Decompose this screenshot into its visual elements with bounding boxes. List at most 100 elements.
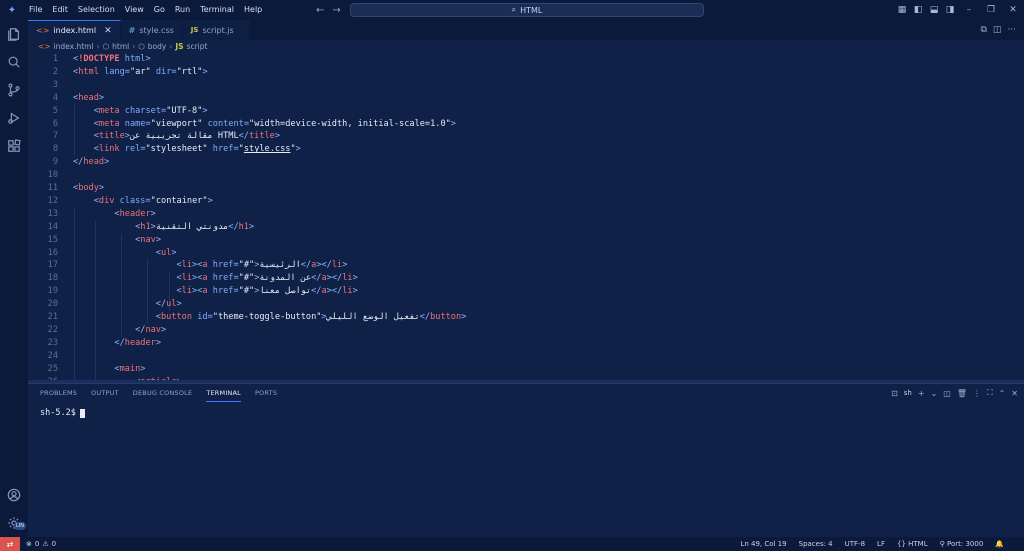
cursor-position[interactable]: Ln 49, Col 19 — [740, 540, 786, 548]
title-bar: ✦ File Edit Selection View Go Run Terminal Help… — [0, 0, 1024, 20]
code-line: 23 </header> — [28, 338, 1024, 351]
code-line: 7 <title>مقالة تجريبية عن HTML</title> — [28, 131, 1024, 144]
back-arrow-icon[interactable]: ← — [316, 5, 324, 16]
split-terminal-icon[interactable]: ◫ — [943, 389, 951, 398]
minimize-icon[interactable]: – — [958, 0, 980, 20]
code-line: 1 <!DOCTYPE html> — [28, 54, 1024, 67]
code-line: 21 <button id="theme-toggle-button">تفعي… — [28, 312, 1024, 325]
terminal-shell-label[interactable]: sh — [904, 389, 912, 397]
js-file-icon: JS — [190, 26, 199, 34]
line-number: 5 — [52, 105, 58, 116]
menu-item-help[interactable]: Help — [239, 0, 267, 20]
tab-index-html[interactable]: <> index.html ✕ — [28, 20, 121, 40]
more-actions-icon[interactable]: ··· — [1007, 25, 1016, 35]
breadcrumb-item[interactable]: body — [148, 42, 167, 51]
navigation-arrows: ← → — [316, 0, 341, 20]
command-center-search[interactable]: ⌕ HTML — [350, 3, 704, 17]
port-status[interactable]: ⚲ Port: 3000 — [940, 540, 984, 548]
menu-item-edit[interactable]: Edit — [47, 0, 73, 20]
maximize-panel-icon[interactable]: ⛶ — [987, 388, 993, 398]
code-text: <body> — [73, 183, 105, 193]
code-line: 16 <ul> — [28, 248, 1024, 261]
line-number: 25 — [47, 363, 58, 374]
source-control-icon[interactable] — [0, 76, 28, 104]
line-ending[interactable]: LF — [877, 540, 885, 548]
line-number: 11 — [47, 183, 58, 193]
code-text: <meta charset="UTF-8"> — [93, 105, 208, 116]
new-terminal-icon[interactable]: + — [918, 389, 925, 398]
split-editor-icon[interactable]: ◫ — [993, 25, 1002, 35]
customize-layout-icon[interactable]: ▦ — [894, 0, 910, 20]
indentation[interactable]: Spaces: 4 — [799, 540, 833, 548]
tab-problems[interactable]: PROBLEMS — [40, 384, 77, 402]
breadcrumb-item[interactable]: index.html — [54, 42, 94, 51]
tab-label: script.js — [202, 25, 234, 35]
line-number: 7 — [52, 131, 58, 142]
code-text: <html lang="ar" dir="rtl"> — [73, 66, 208, 77]
code-line: 14 <h1>مدونتي التقنية</h1> — [28, 222, 1024, 235]
terminal[interactable]: sh-5.2$ — [40, 408, 85, 418]
code-text: <main> — [114, 363, 146, 374]
toggle-sidebar-icon[interactable]: ◧ — [910, 0, 926, 20]
tab-ports[interactable]: PORTS — [255, 384, 277, 402]
search-icon[interactable] — [0, 48, 28, 76]
tab-debug-console[interactable]: DEBUG CONSOLE — [133, 384, 193, 402]
line-number: 8 — [52, 144, 58, 155]
close-tab-icon[interactable]: ✕ — [104, 26, 112, 36]
trash-icon[interactable]: 🗑 — [957, 389, 967, 398]
code-line: 10 — [28, 170, 1024, 183]
tab-script-js[interactable]: JS script.js — [182, 20, 251, 40]
account-icon[interactable] — [0, 481, 28, 509]
menu-item-go[interactable]: Go — [149, 0, 170, 20]
breadcrumb-item[interactable]: html — [112, 42, 129, 51]
more-actions-icon[interactable]: ⋮ — [973, 389, 981, 398]
code-text: <!DOCTYPE html> — [73, 54, 151, 64]
warning-count: 0 — [51, 540, 57, 548]
open-preview-icon[interactable]: ⧉ — [980, 25, 986, 35]
code-editor[interactable]: 1 <!DOCTYPE html> 2 <html lang="ar" dir="rt… — [28, 53, 1024, 382]
menu-item-run[interactable]: Run — [170, 0, 195, 20]
chevron-right-icon: › — [132, 42, 136, 51]
code-text: <li><a href="#">الرئيسية</a></li> — [176, 260, 348, 271]
chevron-down-icon[interactable]: ⌄ — [931, 389, 938, 398]
menu-item-view[interactable]: View — [120, 0, 149, 20]
tab-label: style.css — [139, 25, 174, 35]
remote-indicator-icon[interactable]: ⇄ — [0, 537, 20, 551]
extensions-icon[interactable] — [0, 132, 28, 160]
run-debug-icon[interactable] — [0, 104, 28, 132]
code-line: 3 — [28, 80, 1024, 93]
close-panel-icon[interactable]: ✕ — [1011, 389, 1018, 398]
toggle-panel-icon[interactable]: ⬓ — [926, 0, 942, 20]
language-label: HTML — [908, 540, 928, 548]
menu-item-selection[interactable]: Selection — [73, 0, 120, 20]
encoding[interactable]: UTF-8 — [845, 540, 865, 548]
restore-icon[interactable]: ❐ — [980, 0, 1002, 20]
tab-style-css[interactable]: # style.css — [120, 20, 183, 40]
tab-output[interactable]: OUTPUT — [91, 384, 119, 402]
tab-terminal[interactable]: TERMINAL — [206, 384, 241, 402]
problems-status[interactable]: ⊗ 0 ⚠ 0 — [26, 540, 56, 548]
breadcrumb-item[interactable]: script — [187, 42, 208, 51]
language-mode[interactable]: {} HTML — [897, 540, 928, 548]
panel-actions: ⊡ sh + ⌄ ◫ 🗑 ⋮ ⛶ ⌃ ✕ — [891, 384, 1018, 402]
close-window-icon[interactable]: ✕ — [1002, 0, 1024, 20]
line-number: 6 — [52, 118, 58, 129]
code-line: 5 <meta charset="UTF-8"> — [28, 106, 1024, 119]
toggle-secondary-sidebar-icon[interactable]: ◨ — [942, 0, 958, 20]
line-number: 14 — [47, 221, 58, 232]
chevron-up-icon[interactable]: ⌃ — [999, 389, 1006, 398]
js-file-icon: JS — [175, 42, 184, 51]
status-right: Ln 49, Col 19 Spaces: 4 UTF-8 LF {} HTML… — [740, 537, 1024, 551]
line-number: 17 — [47, 260, 58, 271]
code-text: <head> — [73, 92, 105, 103]
code-line: 11 <body> — [28, 183, 1024, 196]
title-bar-controls: ▦ ◧ ⬓ ◨ – ❐ ✕ — [894, 0, 1024, 20]
notifications-bell-icon[interactable]: 🔔 — [995, 540, 1004, 548]
menu-item-file[interactable]: File — [24, 0, 47, 20]
line-number: 20 — [47, 299, 58, 310]
forward-arrow-icon[interactable]: → — [332, 5, 340, 16]
explorer-icon[interactable] — [0, 20, 28, 48]
menu-item-terminal[interactable]: Terminal — [195, 0, 239, 20]
terminal-cursor — [79, 408, 85, 418]
search-icon: ⌕ — [511, 5, 517, 14]
